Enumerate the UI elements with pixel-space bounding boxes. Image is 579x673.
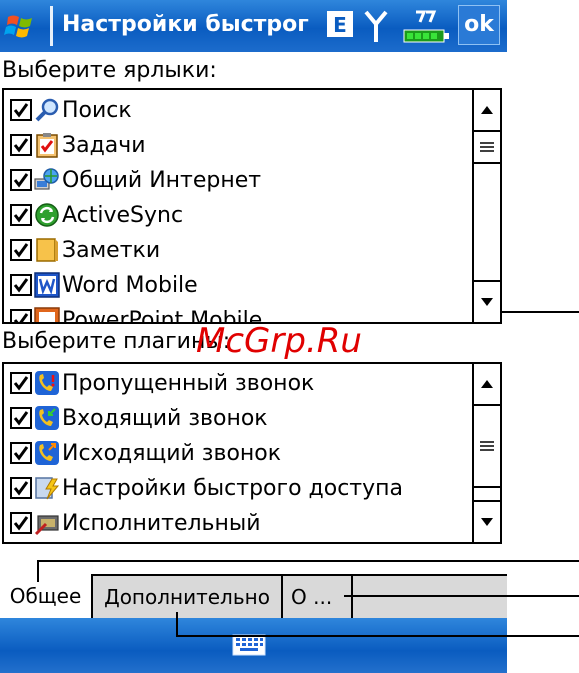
tab-strip-border <box>352 574 507 576</box>
shortcut-item-tasks[interactable]: Задачи <box>10 129 146 161</box>
plugins-list[interactable]: Пропущенный звонок Входящий звонок Исход… <box>2 362 502 544</box>
ok-button[interactable]: ok <box>458 5 500 45</box>
title-bar: Настройки быстрог E ok <box>0 0 507 52</box>
plugin-item-quick-settings[interactable]: Настройки быстрого доступа <box>10 472 403 504</box>
scroll-down-button[interactable] <box>474 280 500 322</box>
shortcut-item-activesync[interactable]: ActiveSync <box>10 199 183 231</box>
plugin-item-incoming-call[interactable]: Входящий звонок <box>10 402 268 434</box>
activesync-icon <box>35 203 59 227</box>
checkbox-checked-icon[interactable] <box>10 407 32 429</box>
scroll-up-button[interactable] <box>474 364 500 406</box>
checkbox-checked-icon[interactable] <box>10 309 32 322</box>
quick-settings-icon <box>35 477 60 500</box>
checkbox-checked-icon[interactable] <box>10 134 32 156</box>
callout-line-general-tab-vertical <box>37 560 39 582</box>
scroll-thumb[interactable] <box>474 130 500 164</box>
checkbox-checked-icon[interactable] <box>10 99 32 121</box>
shortcuts-scrollbar[interactable] <box>472 90 500 322</box>
title-separator <box>50 6 53 46</box>
plugin-label: Пропущенный звонок <box>62 370 315 396</box>
arrow-up-icon <box>481 106 493 114</box>
arrow-down-icon <box>481 518 493 526</box>
plugins-scrollbar[interactable] <box>472 364 500 542</box>
plugin-label: Настройки быстрого доступа <box>62 475 403 501</box>
callout-line-about-tab <box>344 595 579 597</box>
scroll-thumb[interactable] <box>474 404 500 488</box>
powerpoint-icon <box>34 307 60 322</box>
checkbox-checked-icon[interactable] <box>10 169 32 191</box>
watermark-text: McGrp.Ru <box>196 321 362 361</box>
plugins-list-items: Пропущенный звонок Входящий звонок Исход… <box>4 364 472 542</box>
callout-line-advanced-tab <box>176 635 579 637</box>
shortcut-item-search[interactable]: Поиск <box>10 94 132 126</box>
scroll-down-button[interactable] <box>474 500 500 542</box>
search-icon <box>35 98 59 122</box>
shortcut-label: Word Mobile <box>62 272 198 298</box>
callout-line-general-tab <box>37 560 579 562</box>
executor-icon <box>34 515 59 536</box>
menu-bar <box>0 618 507 673</box>
plugin-label: Входящий звонок <box>62 405 268 431</box>
missed-call-icon <box>35 371 59 395</box>
checkbox-checked-icon[interactable] <box>10 274 32 296</box>
shortcuts-label: Выберите ярлыки: <box>2 58 217 83</box>
plugin-label: Исходящий звонок <box>62 440 282 466</box>
checkbox-checked-icon[interactable] <box>10 372 32 394</box>
plugin-label: Исполнительный <box>62 510 261 536</box>
tab-about[interactable]: О ... <box>283 574 353 618</box>
arrow-up-icon <box>481 380 493 388</box>
shortcut-label: Задачи <box>62 132 146 158</box>
checkbox-checked-icon[interactable] <box>10 512 32 534</box>
grip-icon <box>480 441 494 451</box>
callout-line-advanced-tab-vertical <box>176 612 178 636</box>
shortcut-label: PowerPoint Mobile <box>62 307 263 323</box>
e-icon-label: E <box>333 13 347 37</box>
tab-advanced[interactable]: Дополнительно <box>93 574 283 618</box>
signal-icon[interactable] <box>362 8 390 44</box>
incoming-call-icon <box>35 406 59 430</box>
shortcut-label: Общий Интернет <box>62 167 262 193</box>
checkbox-checked-icon[interactable] <box>10 442 32 464</box>
tab-general[interactable]: Общее <box>0 574 93 618</box>
word-icon <box>34 272 60 298</box>
plugin-item-executor[interactable]: Исполнительный <box>10 507 261 539</box>
shortcut-label: ActiveSync <box>62 202 184 228</box>
shortcut-item-notes[interactable]: Заметки <box>10 234 160 266</box>
checkbox-checked-icon[interactable] <box>10 204 32 226</box>
window-title: Настройки быстрог <box>62 12 309 37</box>
shortcut-label: Заметки <box>62 237 161 263</box>
arrow-down-icon <box>481 298 493 306</box>
checkbox-checked-icon[interactable] <box>10 239 32 261</box>
outgoing-call-icon <box>35 441 59 465</box>
connectivity-e-icon[interactable]: E <box>326 10 354 38</box>
shortcuts-list[interactable]: Поиск Задачи Общий Интернет ActiveSync З… <box>2 88 502 324</box>
battery-icon[interactable] <box>400 8 454 46</box>
internet-sharing-icon <box>34 168 59 190</box>
plugin-item-missed-call[interactable]: Пропущенный звонок <box>10 367 314 399</box>
windows-start-icon[interactable] <box>4 9 38 43</box>
callout-line-scroll <box>500 311 579 313</box>
grip-icon <box>480 142 494 152</box>
shortcut-item-internet-sharing[interactable]: Общий Интернет <box>10 164 261 196</box>
shortcuts-list-items: Поиск Задачи Общий Интернет ActiveSync З… <box>4 90 472 322</box>
notes-icon <box>36 238 58 262</box>
shortcut-label: Поиск <box>62 97 132 123</box>
shortcut-item-powerpoint-mobile[interactable]: PowerPoint Mobile <box>10 304 262 322</box>
checkbox-checked-icon[interactable] <box>10 477 32 499</box>
plugin-item-outgoing-call[interactable]: Исходящий звонок <box>10 437 281 469</box>
tasks-icon <box>36 133 58 158</box>
scroll-up-button[interactable] <box>474 90 500 132</box>
shortcut-item-word-mobile[interactable]: Word Mobile <box>10 269 198 301</box>
